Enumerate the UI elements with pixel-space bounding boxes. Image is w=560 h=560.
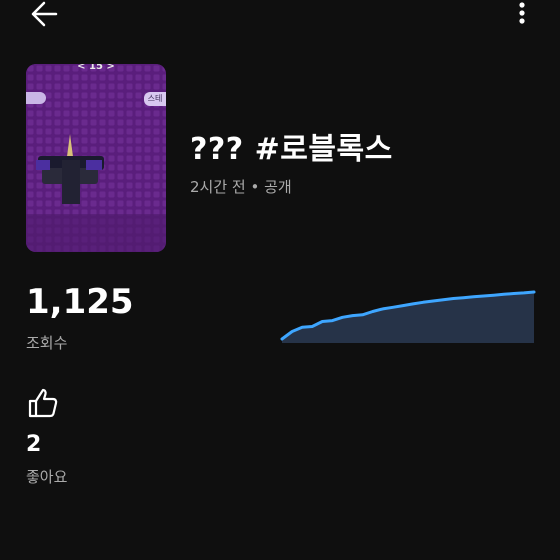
top-bar xyxy=(0,0,560,32)
video-thumbnail[interactable]: < 15 > 스테 xyxy=(26,64,166,252)
thumbnail-left-pill xyxy=(26,92,46,104)
likes-count: 2 xyxy=(26,432,42,457)
back-button[interactable] xyxy=(26,0,62,30)
thumbs-up-icon xyxy=(28,388,58,418)
thumbnail-badge: 스테 xyxy=(144,92,166,106)
arrow-left-icon xyxy=(31,1,58,27)
thumbnail-image xyxy=(26,64,166,252)
views-chart xyxy=(280,290,536,343)
more-vert-icon xyxy=(519,2,525,24)
views-label: 조회수 xyxy=(26,334,68,352)
views-area xyxy=(282,292,534,343)
likes-label: 좋아요 xyxy=(26,468,68,486)
video-title[interactable]: ??? #로블록스 xyxy=(190,124,393,168)
thumbnail-top-text: < 15 > xyxy=(77,64,115,72)
more-options-button[interactable] xyxy=(508,0,536,30)
video-meta: 2시간 전 • 공개 xyxy=(190,178,292,196)
views-count: 1,125 xyxy=(26,282,134,322)
like-button[interactable] xyxy=(26,386,60,420)
